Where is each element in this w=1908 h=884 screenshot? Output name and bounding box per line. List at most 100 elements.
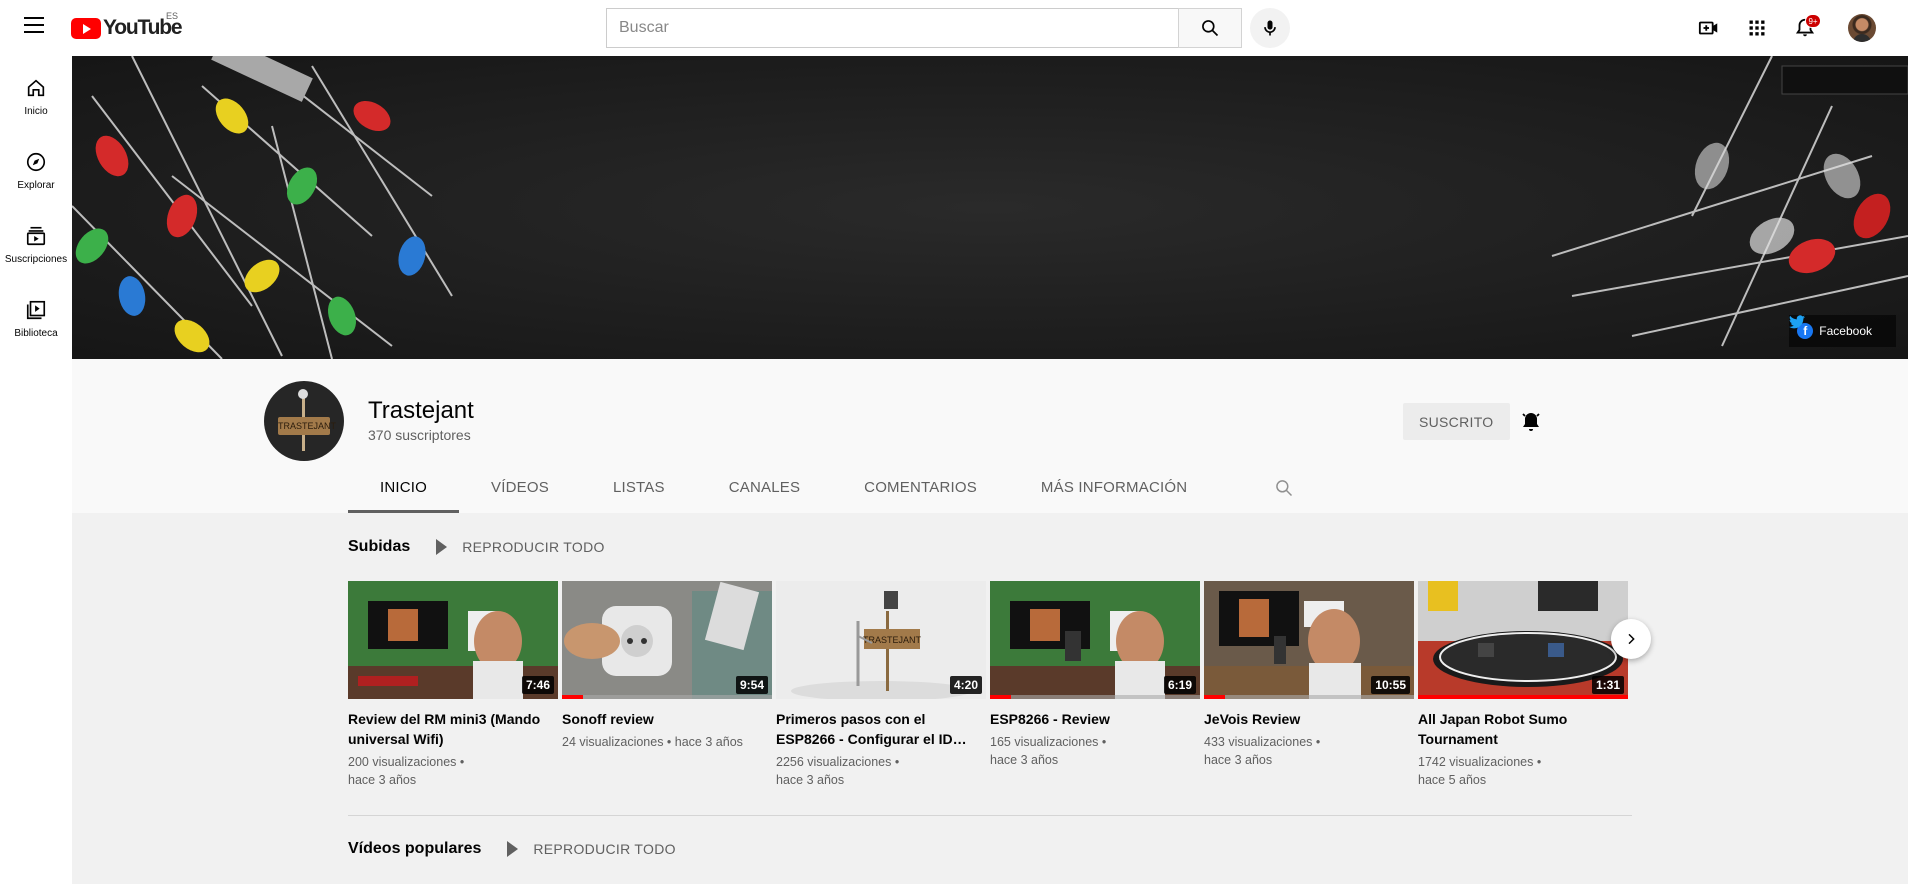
video-duration: 1:31: [1591, 676, 1624, 694]
banner-artwork: [72, 56, 1908, 359]
video-age: hace 3 años: [990, 753, 1059, 767]
top-bar: YouTube ES 9+: [0, 0, 1908, 56]
voice-search-button[interactable]: [1250, 8, 1290, 48]
channel-tabs: INICIO VÍDEOS LISTAS CANALES COMENTARIOS…: [348, 463, 1309, 513]
guide-item-label: Explorar: [17, 180, 55, 191]
video-title[interactable]: JeVois Review: [1204, 709, 1409, 729]
video-thumbnail[interactable]: 10:55: [1204, 581, 1414, 699]
channel-banner: f Facebook: [72, 56, 1908, 359]
subscriber-count: 370 suscriptores: [368, 427, 471, 443]
bell-ringing-icon: [1522, 413, 1540, 431]
video-thumbnail[interactable]: 6:19: [990, 581, 1200, 699]
guide-item-explorar[interactable]: Explorar: [0, 130, 72, 204]
apps-button[interactable]: [1741, 12, 1773, 44]
subscriptions-icon: [24, 224, 48, 248]
search-input[interactable]: [606, 8, 1179, 48]
guide-item-biblioteca[interactable]: Biblioteca: [0, 278, 72, 352]
guide-item-label: Inicio: [24, 106, 48, 117]
watch-progress: [1418, 695, 1628, 699]
twitter-icon[interactable]: [1789, 315, 1806, 329]
youtube-logo[interactable]: YouTube ES: [71, 11, 183, 41]
tab-canales[interactable]: CANALES: [697, 463, 832, 513]
avatar-head: [298, 389, 308, 399]
create-video-button[interactable]: [1693, 12, 1725, 44]
video-duration: 10:55: [1371, 676, 1410, 694]
channel-header: TRASTEJANT Trastejant 370 suscriptores S…: [72, 359, 1908, 513]
video-age: hace 3 años: [776, 773, 845, 787]
video-title[interactable]: ESP8266 - Review: [990, 709, 1195, 729]
watch-progress-track: [562, 695, 772, 699]
apps-grid-icon: [1749, 20, 1765, 36]
video-duration: 4:20: [949, 676, 982, 694]
mini-guide: Inicio Explorar Suscripciones Biblioteca: [0, 56, 72, 884]
channel-avatar[interactable]: TRASTEJANT: [264, 381, 344, 461]
search-icon: [1202, 20, 1219, 37]
microphone-icon: [1264, 20, 1276, 36]
video-views: 24 visualizaciones: [562, 735, 664, 749]
tab-listas[interactable]: LISTAS: [581, 463, 697, 513]
menu-icon[interactable]: [22, 17, 46, 39]
play-all-label: REPRODUCIR TODO: [533, 841, 676, 857]
tab-inicio[interactable]: INICIO: [348, 463, 460, 513]
play-all-button[interactable]: REPRODUCIR TODO: [507, 841, 676, 857]
video-title[interactable]: Review del RM mini3 (Mando universal Wif…: [348, 709, 553, 749]
search-button[interactable]: [1178, 8, 1242, 48]
video-age: hace 5 años: [1418, 773, 1487, 787]
shelf-title[interactable]: Subidas: [348, 538, 410, 556]
video-age: hace 3 años: [674, 735, 743, 749]
watch-progress: [562, 695, 583, 699]
channel-search-button[interactable]: [1259, 463, 1309, 513]
video-age: hace 3 años: [1204, 753, 1273, 767]
notifications-button[interactable]: 9+: [1789, 12, 1821, 44]
shelf-title[interactable]: Vídeos populares: [348, 840, 481, 858]
video-card[interactable]: 7:46 Review del RM mini3 (Mando universa…: [348, 581, 558, 789]
compass-icon: [24, 150, 48, 174]
play-all-button[interactable]: REPRODUCIR TODO: [436, 539, 604, 555]
notification-bell-button[interactable]: [1516, 407, 1546, 437]
tab-videos[interactable]: VÍDEOS: [459, 463, 581, 513]
video-card[interactable]: 6:19 ESP8266 - Review 165 visualizacione…: [990, 581, 1200, 769]
youtube-play-icon: [71, 17, 101, 39]
watch-progress: [1204, 695, 1225, 699]
play-icon: [507, 841, 519, 857]
video-meta: 165 visualizaciones • hace 3 años: [990, 735, 1107, 767]
watch-progress: [990, 695, 1011, 699]
video-title[interactable]: All Japan Robot Sumo Tournament: [1418, 709, 1623, 749]
channel-links: f Facebook: [1789, 315, 1896, 347]
guide-item-suscripciones[interactable]: Suscripciones: [0, 204, 72, 278]
svg-text:TRASTEJANT: TRASTEJANT: [863, 635, 922, 645]
video-card[interactable]: 10:55 JeVois Review 433 visualizaciones …: [1204, 581, 1414, 769]
video-card[interactable]: 9:54 Sonoff review 24 visualizaciones • …: [562, 581, 772, 751]
play-icon: [436, 539, 448, 555]
shelf-next-button[interactable]: [1611, 619, 1651, 659]
watch-progress-track: [1204, 695, 1414, 699]
search-icon: [1276, 480, 1293, 497]
video-thumbnail[interactable]: 9:54: [562, 581, 772, 699]
guide-item-inicio[interactable]: Inicio: [0, 56, 72, 130]
video-card[interactable]: TRASTEJANT 4:20 Primeros pasos con el ES…: [776, 581, 986, 789]
video-thumbnail[interactable]: 7:46: [348, 581, 558, 699]
video-meta: 24 visualizaciones • hace 3 años: [562, 735, 743, 749]
facebook-link[interactable]: Facebook: [1819, 324, 1872, 338]
video-thumbnail[interactable]: 1:31: [1418, 581, 1628, 699]
video-title[interactable]: Primeros pasos con el ESP8266 - Configur…: [776, 709, 981, 749]
video-meta: 433 visualizaciones • hace 3 años: [1204, 735, 1321, 767]
user-avatar[interactable]: [1848, 14, 1876, 42]
home-icon: [24, 76, 48, 100]
video-views: 165 visualizaciones: [990, 735, 1099, 749]
guide-item-label: Biblioteca: [14, 328, 58, 339]
video-meta: 2256 visualizaciones • hace 3 años: [776, 755, 900, 787]
tab-comentarios[interactable]: COMENTARIOS: [832, 463, 1009, 513]
video-meta: 1742 visualizaciones • hace 5 años: [1418, 755, 1542, 787]
video-views: 2256 visualizaciones: [776, 755, 892, 769]
tab-mas-informacion[interactable]: MÁS INFORMACIÓN: [1009, 463, 1219, 513]
chevron-right-icon: [1628, 633, 1635, 645]
play-all-label: REPRODUCIR TODO: [462, 539, 605, 555]
subscribed-button[interactable]: SUSCRITO: [1403, 403, 1510, 440]
video-duration: 6:19: [1163, 676, 1196, 694]
video-thumbnail[interactable]: TRASTEJANT 4:20: [776, 581, 986, 699]
avatar-sign: TRASTEJANT: [278, 417, 336, 435]
video-card[interactable]: 1:31 All Japan Robot Sumo Tournament 174…: [1418, 581, 1628, 789]
video-title[interactable]: Sonoff review: [562, 709, 767, 729]
video-views: 1742 visualizaciones: [1418, 755, 1534, 769]
